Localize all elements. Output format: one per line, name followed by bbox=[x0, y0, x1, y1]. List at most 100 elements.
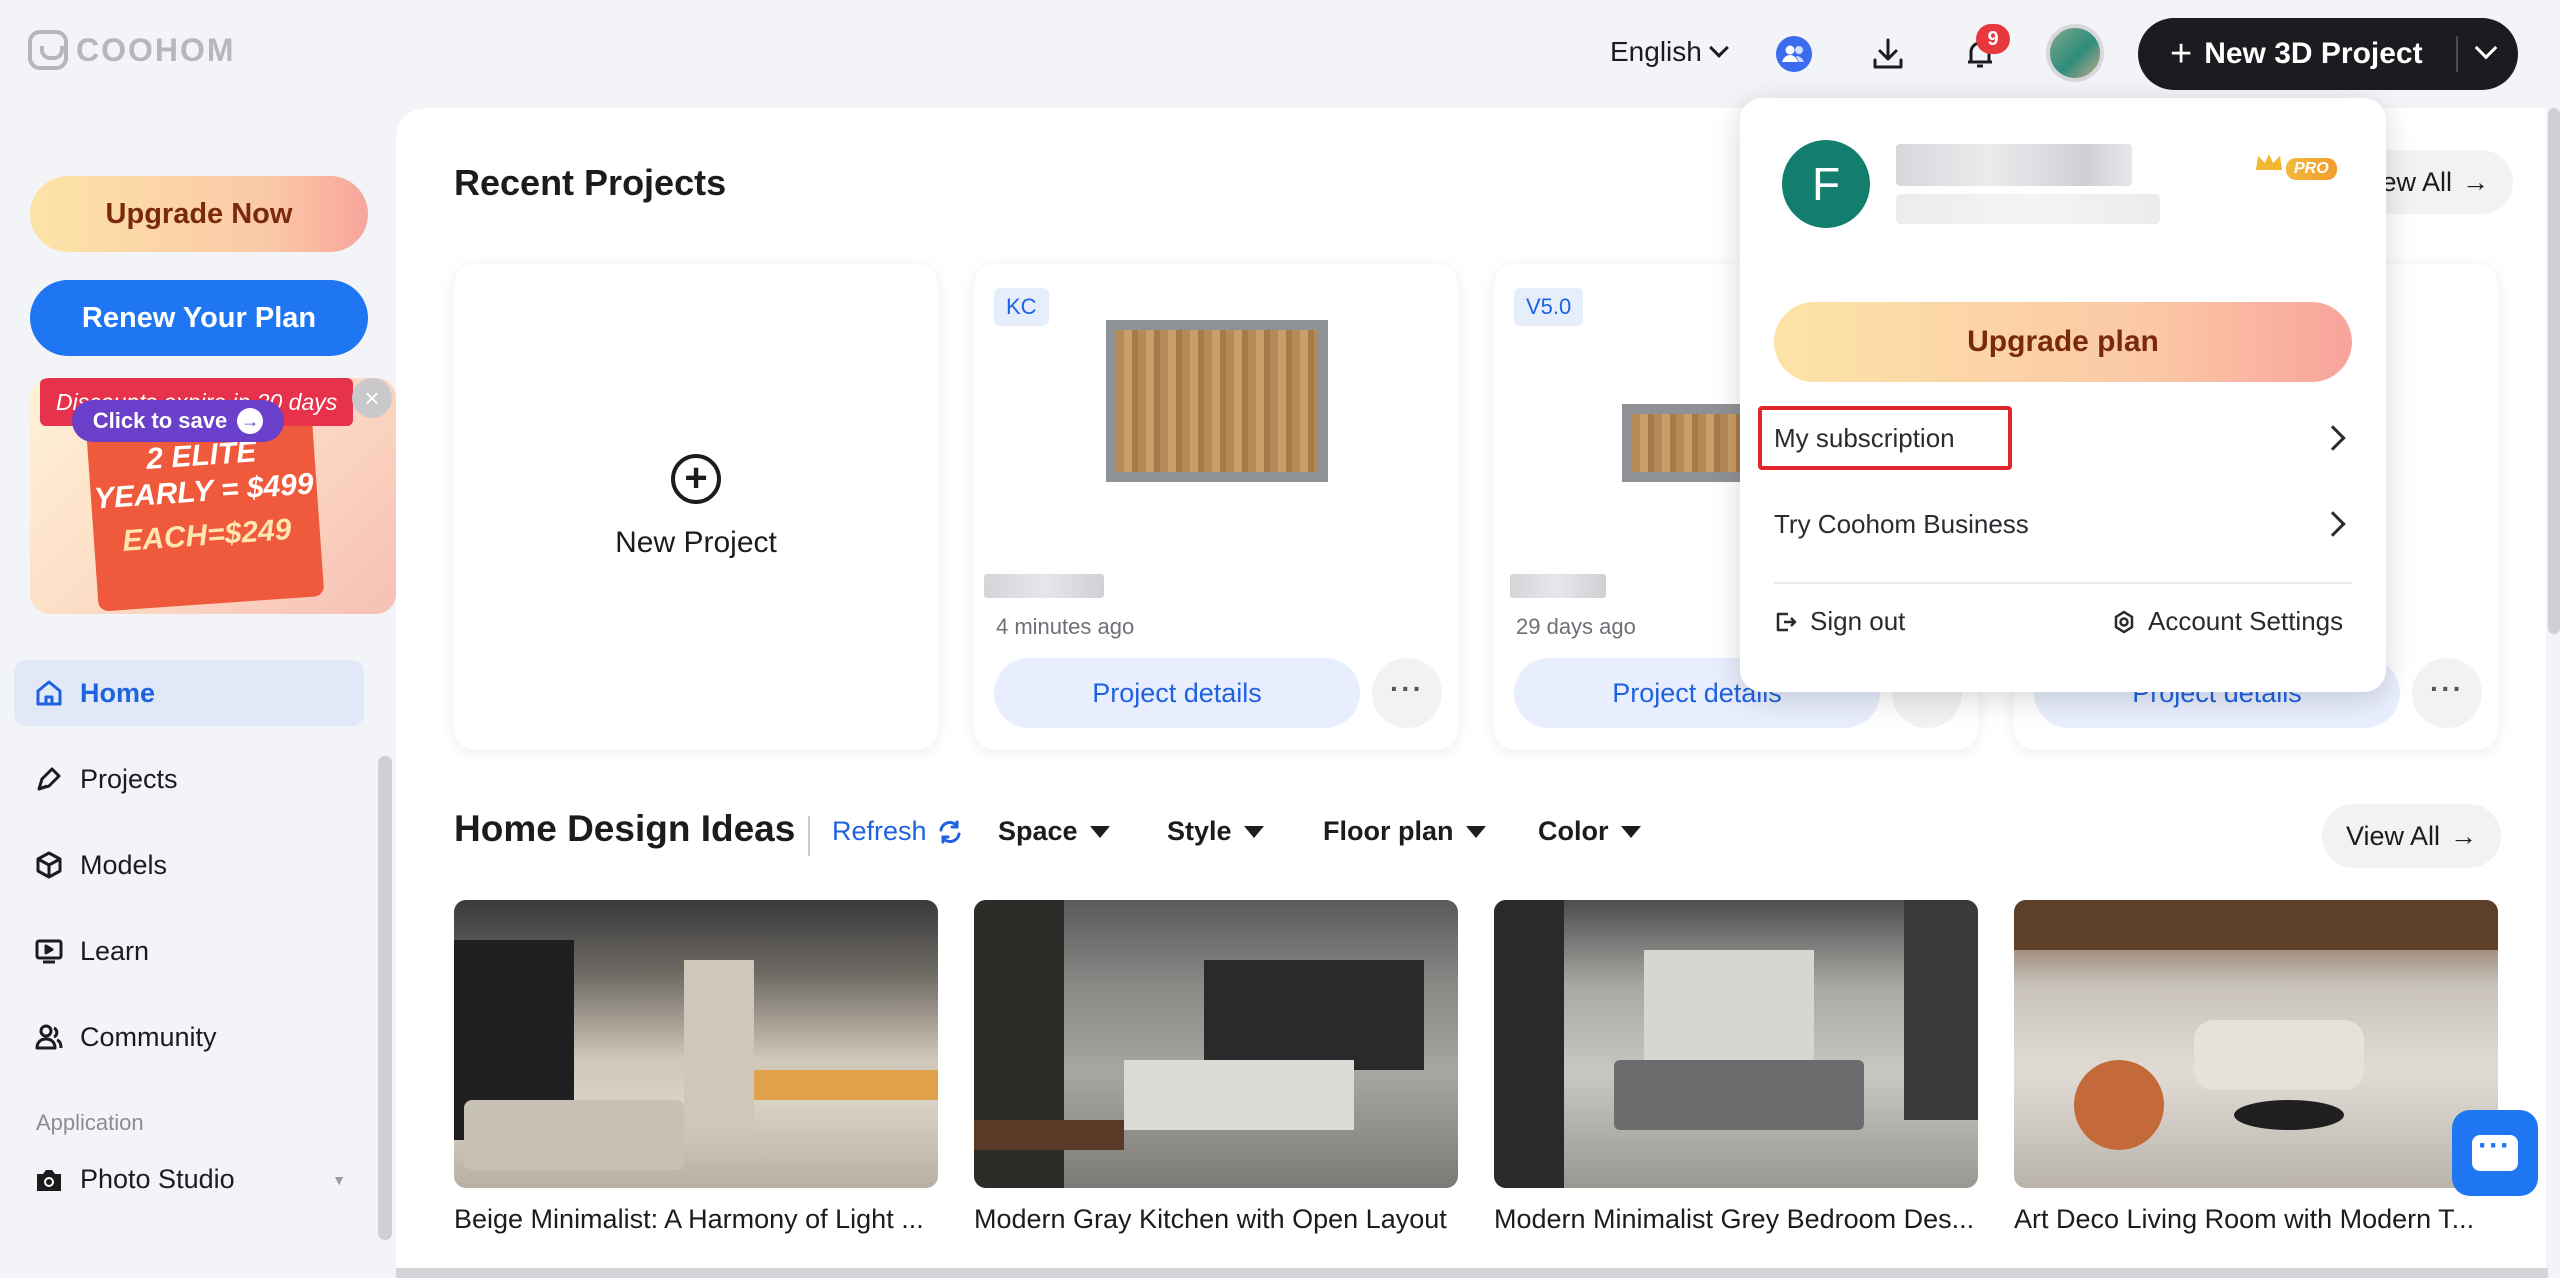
download-button[interactable] bbox=[1868, 34, 1908, 74]
sidebar-item-label: Home bbox=[80, 677, 156, 708]
renew-plan-button[interactable]: Renew Your Plan bbox=[30, 280, 368, 356]
sidebar-item-label: Photo Studio bbox=[80, 1164, 235, 1194]
sidebar-item-community[interactable]: Community bbox=[14, 1004, 364, 1070]
filter-floor-plan[interactable]: Floor plan bbox=[1323, 816, 1486, 847]
team-button[interactable] bbox=[1774, 34, 1814, 74]
application-section-label: Application bbox=[36, 1110, 144, 1135]
filter-label: Space bbox=[998, 816, 1078, 846]
click-to-save-button[interactable]: Click to save → bbox=[72, 400, 284, 442]
horizontal-scrollbar[interactable] bbox=[396, 1268, 2548, 1278]
project-time: 4 minutes ago bbox=[996, 614, 1135, 639]
caret-down-icon bbox=[1465, 825, 1486, 838]
top-bar: COOHOM English 9 + New 3D Project bbox=[0, 0, 2560, 106]
caret-down-icon[interactable]: ▼ bbox=[332, 1172, 346, 1188]
sidebar-item-photo-studio[interactable]: Photo Studio ▼ bbox=[34, 1164, 346, 1195]
logo-mark-icon bbox=[28, 30, 68, 70]
camera-icon bbox=[37, 1169, 61, 1191]
account-email-blurred bbox=[1896, 194, 2160, 224]
caret-down-icon bbox=[1089, 825, 1110, 838]
more-options-icon[interactable]: ··· bbox=[1372, 658, 1442, 728]
account-avatar: F bbox=[1782, 140, 1870, 228]
view-all-label: View All bbox=[2346, 820, 2441, 851]
design-idea-card[interactable]: Modern Minimalist Grey Bedroom Des... bbox=[1494, 900, 1978, 1235]
chevron-down-icon bbox=[1708, 38, 1729, 58]
filter-space[interactable]: Space bbox=[998, 816, 1110, 847]
gear-icon bbox=[2114, 610, 2134, 633]
project-name-blurred bbox=[984, 574, 1104, 598]
coohom-logo[interactable]: COOHOM bbox=[28, 30, 236, 70]
download-icon bbox=[1873, 38, 1903, 69]
new-project-card[interactable]: + New Project bbox=[454, 264, 938, 750]
cube-icon bbox=[36, 851, 62, 879]
projects-icon bbox=[37, 767, 61, 791]
new-project-label: New Project bbox=[615, 526, 777, 559]
ideas-view-all-button[interactable]: View All → bbox=[2322, 804, 2502, 868]
design-idea-image bbox=[454, 900, 938, 1188]
upgrade-now-button[interactable]: Upgrade Now bbox=[30, 176, 368, 252]
design-idea-image bbox=[974, 900, 1458, 1188]
project-name-blurred bbox=[1510, 574, 1606, 598]
design-idea-title: Art Deco Living Room with Modern T... bbox=[2014, 1204, 2475, 1234]
people-icon bbox=[35, 1024, 63, 1050]
new-3d-project-button[interactable]: + New 3D Project bbox=[2138, 18, 2518, 90]
account-settings-label: Account Settings bbox=[2148, 606, 2344, 636]
sidebar-item-label: Learn bbox=[80, 935, 150, 966]
chat-icon bbox=[2472, 1129, 2518, 1171]
filter-color[interactable]: Color bbox=[1538, 816, 1641, 847]
project-tag: V5.0 bbox=[1514, 288, 1584, 326]
sidebar-item-learn[interactable]: Learn bbox=[14, 918, 364, 984]
account-settings-button[interactable]: Account Settings bbox=[2112, 606, 2343, 637]
home-icon bbox=[36, 680, 62, 706]
filter-label: Floor plan bbox=[1323, 816, 1454, 846]
play-screen-icon bbox=[35, 939, 63, 964]
promo-line-1: 2 ELITE YEARLY = $499 bbox=[92, 435, 315, 516]
sidebar: Upgrade Now Renew Your Plan Discounts ex… bbox=[0, 106, 396, 1278]
refresh-icon bbox=[939, 820, 961, 843]
design-idea-card[interactable]: Beige Minimalist: A Harmony of Light ... bbox=[454, 900, 938, 1235]
sidebar-item-projects[interactable]: Projects bbox=[14, 746, 364, 812]
project-card[interactable]: KC 4 minutes ago Project details ··· bbox=[974, 264, 1458, 750]
floor-plan-thumbnail bbox=[1106, 320, 1328, 482]
language-label: English bbox=[1610, 36, 1702, 67]
crown-icon bbox=[2256, 154, 2282, 170]
home-design-ideas-heading: Home Design Ideas bbox=[454, 808, 796, 849]
refresh-button[interactable]: Refresh bbox=[832, 816, 963, 847]
arrow-right-icon: → bbox=[237, 408, 264, 434]
design-idea-title: Modern Gray Kitchen with Open Layout bbox=[974, 1204, 1447, 1234]
sidebar-item-home[interactable]: Home bbox=[14, 660, 364, 726]
close-icon[interactable]: × bbox=[352, 378, 392, 418]
filter-style[interactable]: Style bbox=[1167, 816, 1264, 847]
sign-out-label: Sign out bbox=[1810, 606, 1906, 636]
account-name-blurred bbox=[1896, 144, 2132, 186]
main-scrollbar[interactable] bbox=[2548, 108, 2560, 634]
upgrade-plan-button[interactable]: Upgrade plan bbox=[1774, 302, 2352, 382]
chevron-down-icon[interactable] bbox=[2474, 36, 2498, 60]
account-menu: F PRO Upgrade plan My subscription Try C… bbox=[1740, 98, 2386, 692]
try-business-item[interactable]: Try Coohom Business bbox=[1774, 496, 2352, 552]
filter-label: Color bbox=[1538, 816, 1609, 846]
sidebar-item-label: Community bbox=[80, 1021, 217, 1052]
design-idea-card[interactable]: Art Deco Living Room with Modern T... bbox=[2014, 900, 2498, 1235]
design-idea-title: Beige Minimalist: A Harmony of Light ... bbox=[454, 1204, 924, 1234]
team-icon bbox=[1776, 36, 1812, 72]
design-idea-card[interactable]: Modern Gray Kitchen with Open Layout bbox=[974, 900, 1458, 1235]
highlight-box bbox=[1758, 406, 2012, 470]
user-avatar[interactable] bbox=[2046, 24, 2104, 82]
sidebar-item-label: Projects bbox=[80, 763, 178, 794]
project-details-button[interactable]: Project details bbox=[994, 658, 1360, 728]
filter-label: Style bbox=[1167, 816, 1232, 846]
more-options-icon[interactable]: ··· bbox=[2412, 658, 2482, 728]
sidebar-item-models[interactable]: Models bbox=[14, 832, 364, 898]
chevron-right-icon bbox=[2320, 511, 2346, 537]
arrow-right-icon: → bbox=[2462, 166, 2490, 197]
caret-down-icon bbox=[1620, 825, 1641, 838]
sign-out-icon bbox=[1776, 612, 1797, 631]
chat-support-button[interactable] bbox=[2452, 1110, 2538, 1196]
design-idea-image bbox=[2014, 900, 2498, 1188]
sign-out-button[interactable]: Sign out bbox=[1774, 606, 1905, 637]
plus-circle-icon: + bbox=[671, 454, 721, 504]
sidebar-scrollbar[interactable] bbox=[378, 756, 392, 1240]
design-idea-title: Modern Minimalist Grey Bedroom Des... bbox=[1494, 1204, 1975, 1234]
language-selector[interactable]: English bbox=[1610, 36, 1729, 68]
sidebar-item-label: Models bbox=[80, 849, 168, 880]
